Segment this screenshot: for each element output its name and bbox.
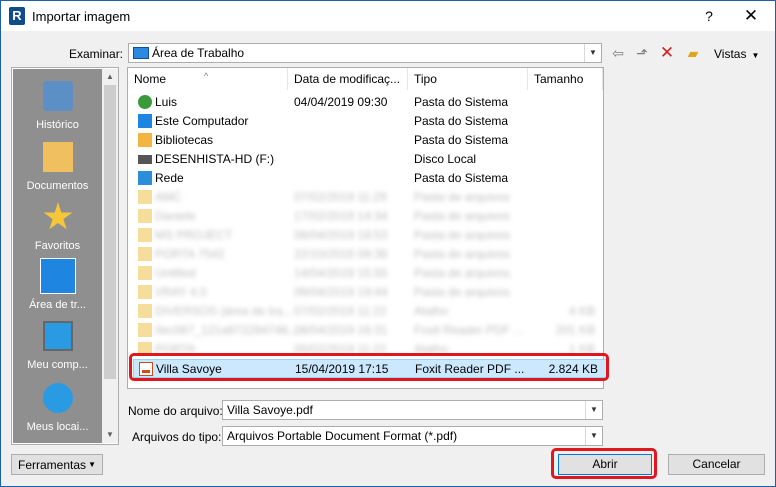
network-icon [138,171,152,185]
help-button[interactable]: ? [694,1,724,31]
list-item[interactable]: 0ec067_121a872294748... 08/04/2019 16:31 F… [128,321,603,340]
place-label: Meus locai... [26,421,89,433]
places-bar: Histórico Documentos Favoritos Área de t… [11,67,119,445]
cancel-button[interactable]: Cancelar [668,454,765,475]
revit-app-icon: R [9,7,25,25]
desktop-icon [40,258,76,294]
place-history[interactable]: Histórico [13,75,102,135]
folder-icon [138,209,152,223]
chevron-down-icon: ▼ [751,51,760,60]
close-button[interactable]: ✕ [736,1,766,31]
computer-icon [138,114,152,128]
chevron-down-icon[interactable]: ▼ [584,44,601,62]
place-network[interactable]: Meus locai... [13,377,102,437]
tools-label: Ferramentas [18,458,87,472]
favorites-icon [43,202,73,230]
chevron-up-icon[interactable]: ▲ [102,69,118,85]
place-desktop[interactable]: Área de tr... [13,252,102,312]
place-label: Área de tr... [29,299,86,311]
column-header-name[interactable]: ^ Nome [128,68,288,90]
list-item[interactable]: MS PROJECT 06/04/2019 18:53 Pasta de arqui… [128,226,603,245]
filetype-value: Arquivos Portable Document Format (*.pdf… [227,429,458,443]
documents-icon [43,142,73,172]
list-item[interactable]: DIVERSOS (área de tra... 07/02/2019 11:22… [128,302,603,321]
list-item[interactable]: PORTA 7542 22/10/2018 09:38 Pasta de arqui… [128,245,603,264]
list-item[interactable]: Este Computador Pasta do Sistema [128,112,603,131]
folder-icon [138,285,152,299]
place-documents[interactable]: Documentos [13,136,102,196]
views-button[interactable]: Vistas ▼ [714,47,759,61]
dialog-title: Importar imagem [32,9,131,24]
red-highlight-selected-row [129,353,609,381]
lookin-value: Área de Trabalho [152,46,245,60]
list-item[interactable]: Daniele 17/02/2019 14:34 Pasta de arquivos [128,207,603,226]
chevron-down-icon: ▼ [88,460,96,469]
lookin-label: Examinar: [69,47,124,61]
list-item[interactable]: DESENHISTA-HD (F:) Disco Local [128,150,603,169]
delete-icon[interactable]: ✕ [658,44,676,62]
red-highlight-open-button [551,448,657,479]
place-label: Documentos [26,180,89,192]
libraries-icon [138,133,152,147]
place-label: Histórico [36,119,79,131]
list-item[interactable]: AMC 07/02/2019 11:29 Pasta de arquivos [128,188,603,207]
file-list: ^ Nome Data de modificaç... Tipo Tamanho … [127,67,607,389]
folder-icon [138,190,152,204]
filename-value: Villa Savoye.pdf [227,403,313,417]
place-label: Favoritos [34,240,81,252]
lookin-combo[interactable]: Área de Trabalho ▼ [128,43,602,63]
folder-icon [138,247,152,261]
list-item[interactable]: Rede Pasta do Sistema [128,169,603,188]
places-list: Histórico Documentos Favoritos Área de t… [13,69,102,443]
scrollbar-thumb[interactable] [104,85,116,379]
place-favorites[interactable]: Favoritos [13,196,102,256]
chevron-down-icon[interactable]: ▼ [585,401,602,419]
column-header-size[interactable]: Tamanho [528,68,603,90]
network-places-icon [43,383,73,413]
chevron-down-icon[interactable]: ▼ [102,427,118,443]
sort-caret-icon: ^ [204,71,209,81]
history-icon [43,81,73,111]
place-my-computer[interactable]: Meu comp... [13,315,102,375]
import-image-dialog: R Importar imagem ? ✕ Examinar: Área de … [0,0,776,487]
place-label: Meu comp... [27,359,88,371]
filetype-label: Arquivos do tipo: [132,430,222,444]
list-item[interactable]: Luis 04/04/2019 09:30 Pasta do Sistema [128,93,603,112]
filename-input[interactable]: Villa Savoye.pdf ▼ [222,400,603,420]
folder-icon [138,228,152,242]
drive-icon [138,155,152,164]
title-bar: R Importar imagem ? ✕ [1,1,775,31]
folder-icon [138,266,152,280]
list-item[interactable]: Untitled 14/04/2019 15:55 Pasta de arquivo… [128,264,603,283]
up-folder-icon[interactable]: ⬏ [633,44,651,62]
views-label: Vistas [714,47,747,61]
column-header-type[interactable]: Tipo [408,68,528,90]
chevron-down-icon[interactable]: ▼ [585,427,602,445]
column-header-date[interactable]: Data de modificaç... [288,68,408,90]
folder-icon [138,323,152,337]
folder-icon [138,304,152,318]
list-item[interactable]: Bibliotecas Pasta do Sistema [128,131,603,150]
list-item[interactable]: VRAY 4.0 09/04/2019 19:44 Pasta de arquivo… [128,283,603,302]
places-scrollbar[interactable]: ▲ ▼ [102,69,118,443]
new-folder-icon[interactable]: ▰ [684,44,702,62]
computer-icon [43,321,73,351]
filename-label: Nome do arquivo: [128,404,223,418]
tools-button[interactable]: Ferramentas ▼ [11,454,103,475]
back-arrow-icon[interactable]: ⇦ [609,44,627,62]
desktop-folder-icon [133,47,149,59]
user-icon [138,95,152,109]
filetype-select[interactable]: Arquivos Portable Document Format (*.pdf… [222,426,603,446]
